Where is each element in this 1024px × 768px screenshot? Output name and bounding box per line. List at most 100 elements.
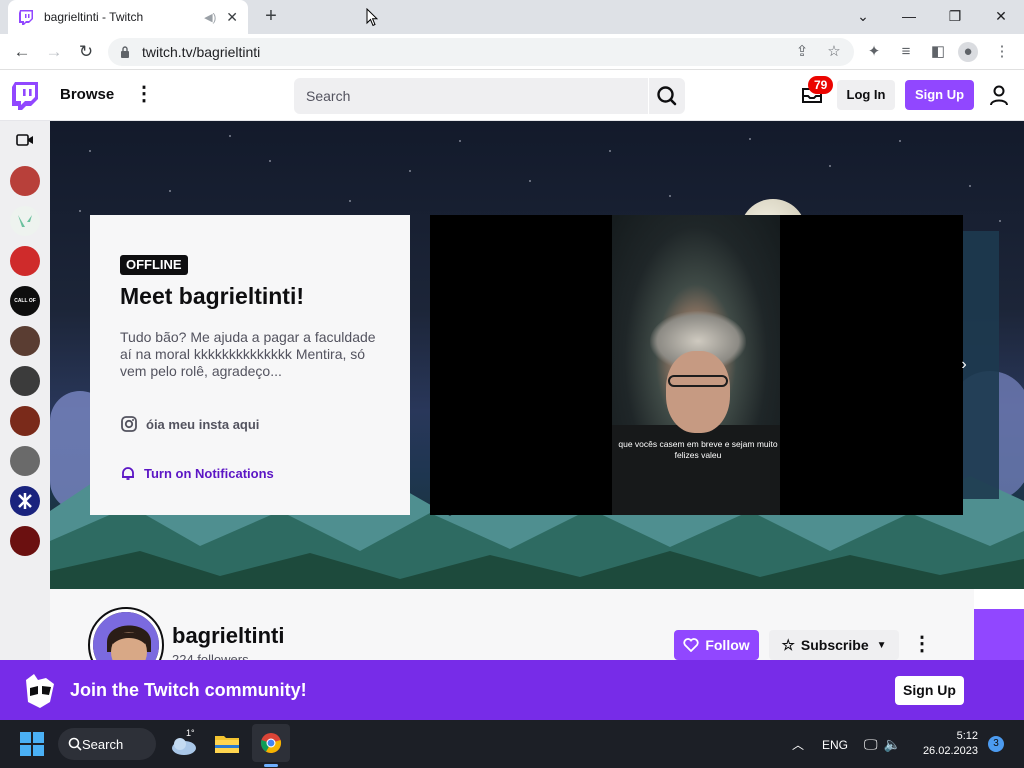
- close-window-button[interactable]: ✕: [986, 4, 1016, 28]
- browser-toolbar: ← → ↻ twitch.tv/bagrieltinti ⇪ ☆ ✦ ≡ ◧ ●…: [0, 34, 1024, 70]
- taskbar-search[interactable]: Search: [58, 728, 156, 760]
- bookmark-star-icon[interactable]: ☆: [824, 42, 844, 62]
- sidebar-channel-callofduty[interactable]: CALL OF DUTY: [10, 286, 40, 316]
- sidebar-channel-avatar[interactable]: [10, 326, 40, 356]
- video-person-glasses: [668, 375, 728, 387]
- clock-time: 5:12: [956, 730, 978, 742]
- bell-icon: [122, 467, 134, 480]
- weather-icon[interactable]: [170, 730, 200, 758]
- address-bar[interactable]: twitch.tv/bagrieltinti: [108, 38, 854, 66]
- follow-button[interactable]: Follow: [674, 630, 759, 660]
- about-card: OFFLINE Meet bagrieltinti! Tudo bão? Me …: [90, 215, 410, 515]
- purple-panel-edge: [974, 609, 1024, 660]
- new-tab-button[interactable]: +: [260, 4, 282, 28]
- login-button[interactable]: Log In: [837, 80, 895, 110]
- user-icon[interactable]: [988, 84, 1010, 106]
- tray-network-volume-icon[interactable]: 🖵🔈: [864, 736, 907, 753]
- taskbar-search-label: Search: [82, 736, 124, 752]
- video-person-face: [666, 351, 730, 433]
- offline-badge: OFFLINE: [120, 255, 188, 275]
- join-text: Join the Twitch community!: [70, 680, 307, 700]
- star-icon: ☆: [781, 637, 795, 654]
- windows-start-icon[interactable]: [20, 732, 44, 756]
- media-control-icon[interactable]: ≡: [896, 42, 916, 62]
- tab-close-icon[interactable]: ✕: [226, 9, 238, 26]
- clock-date: 26.02.2023: [922, 745, 978, 757]
- notifications-link[interactable]: Turn on Notifications: [120, 465, 274, 481]
- join-signup-button[interactable]: Sign Up: [895, 676, 964, 705]
- minimize-button[interactable]: —: [894, 4, 924, 28]
- language-indicator[interactable]: ENG: [822, 738, 848, 752]
- browser-menu-icon[interactable]: ⋮: [992, 42, 1012, 62]
- video-player[interactable]: que vocês casem em breve e sejam muito f…: [430, 215, 963, 515]
- about-description: Tudo bão? Me ajuda a pagar a faculdade a…: [120, 329, 376, 379]
- lock-icon: [121, 46, 129, 58]
- twitch-top-nav: Browse ⋮ Search 79 Log In Sign Up: [0, 70, 1024, 121]
- followed-channels-sidebar: CALL OF DUTY: [0, 121, 50, 660]
- sidebar-channel-avatar[interactable]: [10, 446, 40, 476]
- restore-button[interactable]: ❐: [940, 4, 970, 28]
- channel-info-bar: bagrieltinti 224 followers Follow ☆ Subs…: [50, 589, 974, 683]
- inbox-badge: 79: [808, 76, 834, 94]
- back-button[interactable]: ←: [10, 40, 34, 64]
- instagram-icon: [121, 416, 137, 432]
- twitch-favicon-icon: [19, 10, 33, 25]
- chevron-down-icon: ▼: [876, 639, 887, 651]
- chrome-icon: [260, 733, 282, 753]
- glitch-mascot-icon: [26, 674, 54, 708]
- subscribe-button[interactable]: ☆ Subscribe ▼: [769, 630, 899, 660]
- search-input[interactable]: Search: [294, 78, 648, 114]
- sidebar-channel-valorant[interactable]: [10, 206, 40, 236]
- sidebar-channel-avatar[interactable]: [10, 246, 40, 276]
- tab-search-icon[interactable]: ⌄: [848, 4, 878, 28]
- weather-temperature: 1°: [186, 728, 195, 738]
- channel-more-icon[interactable]: ⋮: [912, 633, 932, 657]
- video-frame: [612, 215, 780, 515]
- side-panel-icon[interactable]: ◧: [928, 42, 948, 62]
- active-app-indicator: [264, 764, 278, 767]
- join-community-banner: Join the Twitch community! Sign Up: [0, 660, 1024, 720]
- notifications-label: Turn on Notifications: [144, 465, 274, 481]
- signup-button[interactable]: Sign Up: [905, 80, 974, 110]
- subscribe-label: Subscribe: [800, 637, 869, 653]
- search-icon: [657, 86, 677, 106]
- instagram-link[interactable]: óia meu insta aqui: [120, 415, 259, 433]
- instagram-label: óia meu insta aqui: [146, 416, 260, 432]
- forward-button[interactable]: →: [42, 40, 66, 64]
- tab-title: bagrieltinti - Twitch: [44, 10, 144, 24]
- sidebar-channel-avatar[interactable]: [10, 406, 40, 436]
- more-menu-icon[interactable]: ⋮: [134, 83, 154, 107]
- heart-icon: [683, 638, 699, 652]
- video-camera-icon[interactable]: [16, 133, 34, 147]
- channel-name: bagrieltinti: [172, 623, 285, 648]
- browser-tab[interactable]: bagrieltinti - Twitch ◀) ✕: [8, 0, 248, 34]
- reload-button[interactable]: ↻: [74, 40, 98, 64]
- sidebar-channel-avatar[interactable]: [10, 486, 40, 516]
- tab-audio-icon[interactable]: ◀): [204, 11, 216, 24]
- sidebar-channel-avatar[interactable]: [10, 526, 40, 556]
- about-heading: Meet bagrieltinti!: [120, 283, 305, 309]
- valorant-icon: [18, 215, 32, 227]
- follow-label: Follow: [705, 637, 750, 653]
- twitch-logo-icon[interactable]: [12, 82, 38, 110]
- extensions-icon[interactable]: ✦: [864, 42, 884, 62]
- carousel-next-icon[interactable]: ›: [954, 355, 974, 375]
- star-logo-icon: [18, 493, 32, 509]
- file-explorer-icon[interactable]: [214, 732, 240, 754]
- windows-taskbar: Search 1° ︿ ENG 🖵🔈 5:12 26.02.2023 3: [0, 720, 1024, 768]
- notification-count-badge[interactable]: 3: [988, 736, 1004, 752]
- url-text: twitch.tv/bagrieltinti: [142, 44, 261, 60]
- chrome-taskbar-button[interactable]: [252, 724, 290, 762]
- search-button[interactable]: [649, 78, 685, 114]
- mouse-cursor-icon: [366, 8, 378, 27]
- video-caption: que vocês casem em breve e sejam muito f…: [618, 439, 778, 460]
- taskbar-clock[interactable]: 5:12 26.02.2023: [918, 729, 978, 759]
- sidebar-channel-avatar[interactable]: [10, 366, 40, 396]
- profile-icon[interactable]: ●: [958, 42, 978, 62]
- tray-chevron-up-icon[interactable]: ︿: [792, 736, 804, 753]
- browse-link[interactable]: Browse: [60, 86, 114, 103]
- search-icon: [68, 737, 82, 751]
- share-icon[interactable]: ⇪: [792, 42, 812, 62]
- sidebar-channel-avatar[interactable]: [10, 166, 40, 196]
- browser-tab-strip: bagrieltinti - Twitch ◀) ✕ + ⌄ — ❐ ✕: [0, 0, 1024, 34]
